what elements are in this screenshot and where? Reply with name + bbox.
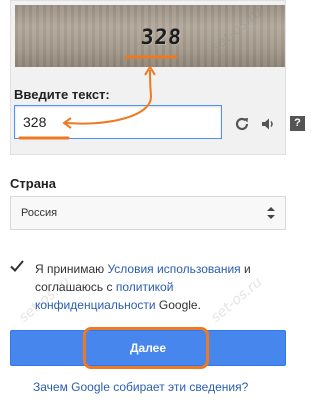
captcha-input[interactable]: 328 [14,105,222,139]
country-selected-value: Россия [21,207,58,219]
checkmark-icon[interactable] [10,259,24,273]
captcha-image-text: 328 [139,25,183,49]
why-link[interactable]: Зачем Google собирает эти сведения? [33,378,273,396]
country-label: Страна [10,176,57,191]
terms-link[interactable]: Условия использования [107,262,240,276]
speaker-icon[interactable] [260,116,276,132]
captcha-label: Введите текст: [14,87,110,102]
refresh-icon[interactable] [234,116,250,132]
select-arrows-icon [267,207,275,219]
terms-suffix: Google. [155,298,201,312]
terms-prefix: Я принимаю [35,262,108,276]
help-icon[interactable]: ? [290,116,305,131]
country-select[interactable]: Россия [10,196,286,230]
next-button-highlight [83,327,209,369]
